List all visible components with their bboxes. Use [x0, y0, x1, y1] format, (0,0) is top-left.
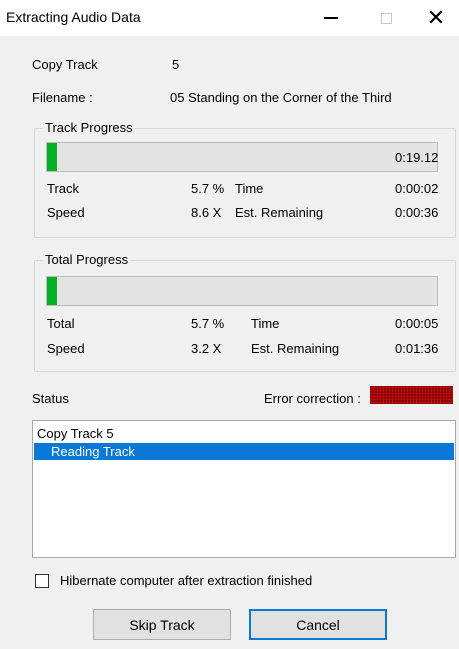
total-speed-label: Speed — [47, 341, 85, 356]
track-speed-value: 8.6 X — [191, 205, 222, 220]
window-title: Extracting Audio Data — [6, 9, 141, 25]
error-correction-label: Error correction : — [264, 391, 361, 406]
cancel-button[interactable]: Cancel — [249, 609, 387, 640]
track-remaining-label: Est. Remaining — [235, 205, 324, 220]
track-percent: 5.7 % — [191, 181, 225, 196]
cancel-label: Cancel — [296, 616, 340, 633]
filename-label: Filename : — [32, 90, 93, 105]
total-label: Total — [47, 316, 75, 331]
total-percent: 5.7 % — [191, 316, 225, 331]
status-line-selected[interactable]: Reading Track — [34, 443, 454, 460]
status-line[interactable]: Copy Track 5 — [37, 426, 114, 441]
total-remaining-value: 0:01:36 — [395, 341, 439, 356]
copy-track-label: Copy Track — [32, 57, 98, 72]
hibernate-checkbox[interactable] — [35, 574, 49, 588]
total-progress-bar — [46, 276, 438, 306]
total-remaining-label: Est. Remaining — [251, 341, 340, 356]
track-duration: 0:19.12 — [395, 150, 439, 165]
total-progress-fill — [47, 277, 57, 305]
track-time-label: Time — [235, 181, 264, 196]
total-speed-value: 3.2 X — [191, 341, 222, 356]
skip-track-button[interactable]: Skip Track — [93, 609, 231, 640]
track-time-value: 0:00:02 — [395, 181, 439, 196]
status-label: Status — [32, 391, 69, 406]
close-button[interactable]: ✕ — [413, 0, 459, 36]
total-progress-label: Total Progress — [43, 252, 131, 267]
status-log[interactable]: Copy Track 5 Reading Track — [32, 420, 456, 558]
close-icon: ✕ — [426, 5, 446, 30]
maximize-icon — [380, 12, 392, 24]
total-time-value: 0:00:05 — [395, 316, 439, 331]
track-label: Track — [47, 181, 80, 196]
minimize-icon — [324, 17, 338, 19]
track-progress-fill — [47, 143, 57, 171]
title-bar: Extracting Audio Data ✕ — [0, 0, 459, 36]
track-speed-label: Speed — [47, 205, 85, 220]
maximize-button[interactable] — [363, 0, 409, 36]
hibernate-label[interactable]: Hibernate computer after extraction fini… — [60, 573, 312, 588]
filename-value: 05 Standing on the Corner of the Third — [170, 90, 392, 105]
minimize-button[interactable] — [308, 0, 354, 36]
track-remaining-value: 0:00:36 — [395, 205, 439, 220]
skip-track-label: Skip Track — [129, 616, 195, 633]
track-progress-bar — [46, 142, 438, 172]
total-time-label: Time — [251, 316, 280, 331]
track-progress-label: Track Progress — [43, 120, 135, 135]
error-correction-indicator — [370, 386, 453, 404]
copy-track-value: 5 — [172, 57, 180, 72]
